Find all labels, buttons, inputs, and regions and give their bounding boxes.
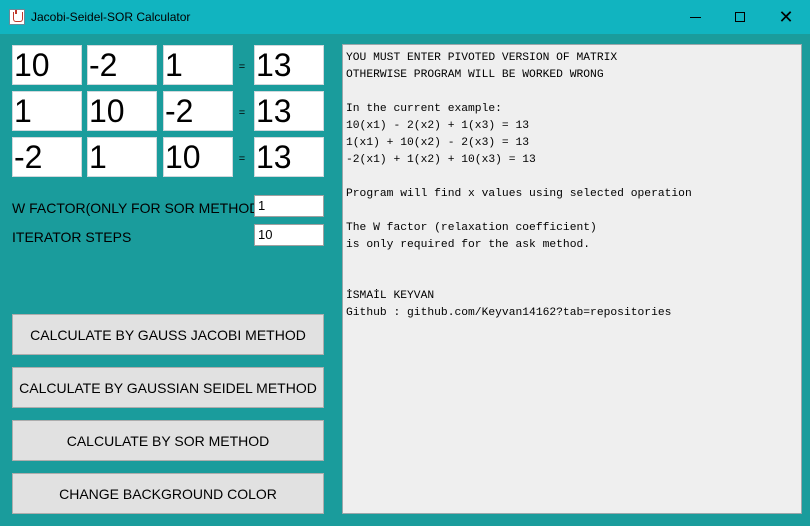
window-title: Jacobi-Seidel-SOR Calculator	[31, 10, 191, 24]
info-line: İSMAİL KEYVAN	[346, 290, 435, 302]
info-line: The W factor (relaxation coefficient)	[346, 222, 597, 234]
matrix-cell-r2c2[interactable]: 10	[87, 91, 157, 131]
iterator-steps-input[interactable]: 10	[254, 224, 324, 246]
equals-sign-r3: =	[238, 153, 246, 165]
matrix-cell-r1c2[interactable]: -2	[87, 45, 157, 85]
change-background-button[interactable]: CHANGE BACKGROUND COLOR	[12, 473, 324, 514]
info-line: OTHERWISE PROGRAM WILL BE WORKED WRONG	[346, 69, 604, 81]
info-text-area[interactable]: YOU MUST ENTER PIVOTED VERSION OF MATRIX…	[342, 44, 802, 514]
info-line: 1(x1) + 10(x2) - 2(x3) = 13	[346, 137, 530, 149]
info-line: -2(x1) + 1(x2) + 10(x3) = 13	[346, 154, 536, 166]
title-bar: Jacobi-Seidel-SOR Calculator ✕	[0, 0, 810, 34]
info-line: In the current example:	[346, 103, 502, 115]
matrix-cell-r3c2[interactable]: 1	[87, 137, 157, 177]
equals-sign-r1: =	[238, 61, 246, 73]
rhs-cell-r3[interactable]: 13	[254, 137, 324, 177]
maximize-button[interactable]	[717, 0, 763, 34]
info-line: Github : github.com/Keyvan14162?tab=repo…	[346, 307, 672, 319]
matrix-cell-r1c1[interactable]: 10	[12, 45, 82, 85]
rhs-cell-r2[interactable]: 13	[254, 91, 324, 131]
matrix-cell-r2c1[interactable]: 1	[12, 91, 82, 131]
maximize-icon	[735, 12, 745, 22]
info-line: 10(x1) - 2(x2) + 1(x3) = 13	[346, 120, 530, 132]
sor-button[interactable]: CALCULATE BY SOR METHOD	[12, 420, 324, 461]
gauss-jacobi-button[interactable]: CALCULATE BY GAUSS JACOBI METHOD	[12, 314, 324, 355]
matrix-cell-r3c3[interactable]: 10	[163, 137, 233, 177]
java-app-icon	[9, 9, 25, 25]
iterator-steps-label: ITERATOR STEPS	[12, 229, 132, 245]
rhs-cell-r1[interactable]: 13	[254, 45, 324, 85]
matrix-cell-r1c3[interactable]: 1	[163, 45, 233, 85]
text-caret	[81, 50, 82, 82]
w-factor-input[interactable]: 1	[254, 195, 324, 217]
info-line: YOU MUST ENTER PIVOTED VERSION OF MATRIX	[346, 52, 618, 64]
matrix-cell-r3c1[interactable]: -2	[12, 137, 82, 177]
gauss-seidel-button[interactable]: CALCULATE BY GAUSSIAN SEIDEL METHOD	[12, 367, 324, 408]
w-factor-label: W FACTOR(ONLY FOR SOR METHOD)	[12, 200, 265, 216]
close-button[interactable]: ✕	[763, 0, 809, 34]
minimize-icon	[689, 16, 701, 18]
minimize-button[interactable]	[672, 0, 718, 34]
equals-sign-r2: =	[238, 107, 246, 119]
matrix-cell-r2c3[interactable]: -2	[163, 91, 233, 131]
close-icon: ✕	[778, 7, 794, 27]
info-line: Program will find x values using selecte…	[346, 188, 692, 200]
info-line: is only required for the ask method.	[346, 239, 591, 251]
